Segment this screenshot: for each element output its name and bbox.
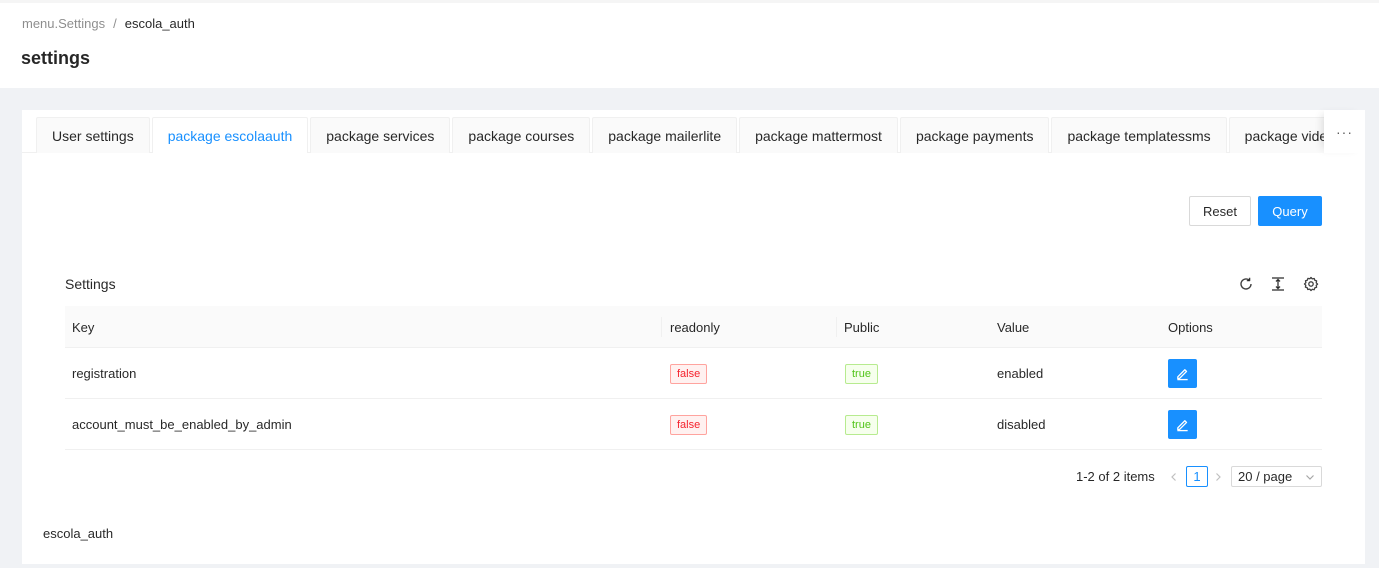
column-header-key: Key [72,319,95,335]
column-header-options: Options [1168,319,1213,335]
breadcrumb: menu.Settings / escola_auth [22,16,195,31]
ellipsis-icon: ··· [1336,123,1353,140]
tab-package-mailerlite[interactable]: package mailerlite [592,117,738,153]
settings-table: Key readonly Public Value Options regist… [65,306,1322,450]
column-height-icon[interactable] [1269,275,1287,293]
reset-button[interactable]: Reset [1189,196,1251,226]
readonly-tag: false [670,363,708,384]
breadcrumb-separator: / [113,16,117,31]
tab-package-services[interactable]: package services [310,117,451,153]
page-size-value: 20 / page [1238,469,1293,484]
column-divider [661,317,662,337]
chevron-left-icon [1171,472,1176,481]
tab-package-escolaauth[interactable]: package escolaauth [151,117,309,153]
edit-button[interactable] [1168,410,1197,439]
query-button[interactable]: Query [1258,196,1322,226]
table-header: Key readonly Public Value Options [65,306,1322,348]
edit-icon [1177,369,1188,381]
footer-label: escola_auth [43,526,114,541]
tab-bar: User settings package escolaauth package… [22,110,1365,153]
page-title: settings [21,48,91,68]
tab-package-payments[interactable]: package payments [899,117,1050,153]
table-title: Settings [65,276,116,292]
value-cell: disabled [997,417,1046,432]
pagination-next-button[interactable] [1212,466,1224,487]
tab-package-mattermost[interactable]: package mattermost [739,117,898,153]
column-divider [836,317,837,337]
pagination-page-1[interactable]: 1 [1186,466,1208,487]
column-header-public: Public [844,319,880,335]
breadcrumb-current: escola_auth [124,16,195,31]
pagination-total: 1-2 of 2 items [1076,469,1155,484]
readonly-tag: false [670,414,708,435]
tab-user-settings[interactable]: User settings [36,117,150,153]
page-size-select[interactable]: 20 / page [1231,466,1322,487]
value-cell: enabled [997,366,1044,381]
tab-package-video[interactable]: package video [1228,117,1324,153]
chevron-right-icon [1216,472,1221,481]
edit-icon [1177,420,1188,432]
table-row: account_must_be_enabled_by_admin false t… [65,399,1322,450]
key-cell: account_must_be_enabled_by_admin [72,417,292,432]
page-header: menu.Settings / escola_auth settings [0,0,1379,88]
table-row: registration false true enabled [65,348,1322,399]
breadcrumb-parent[interactable]: menu.Settings [22,16,105,31]
tab-list: User settings package escolaauth package… [36,117,1324,153]
chevron-down-icon [1306,474,1314,480]
tab-package-templatessms[interactable]: package templatessms [1051,117,1227,153]
reload-icon[interactable] [1237,275,1255,293]
column-header-value: Value [997,319,1030,335]
edit-button[interactable] [1168,359,1197,388]
tab-package-courses[interactable]: package courses [452,117,591,153]
setting-icon[interactable] [1302,275,1320,293]
public-tag: true [845,414,878,435]
settings-card: User settings package escolaauth package… [22,110,1365,564]
public-tag: true [845,363,878,384]
column-header-readonly: readonly [670,319,720,335]
key-cell: registration [72,366,137,381]
pagination-prev-button[interactable] [1168,466,1180,487]
tab-more-button[interactable]: ··· [1324,110,1365,153]
